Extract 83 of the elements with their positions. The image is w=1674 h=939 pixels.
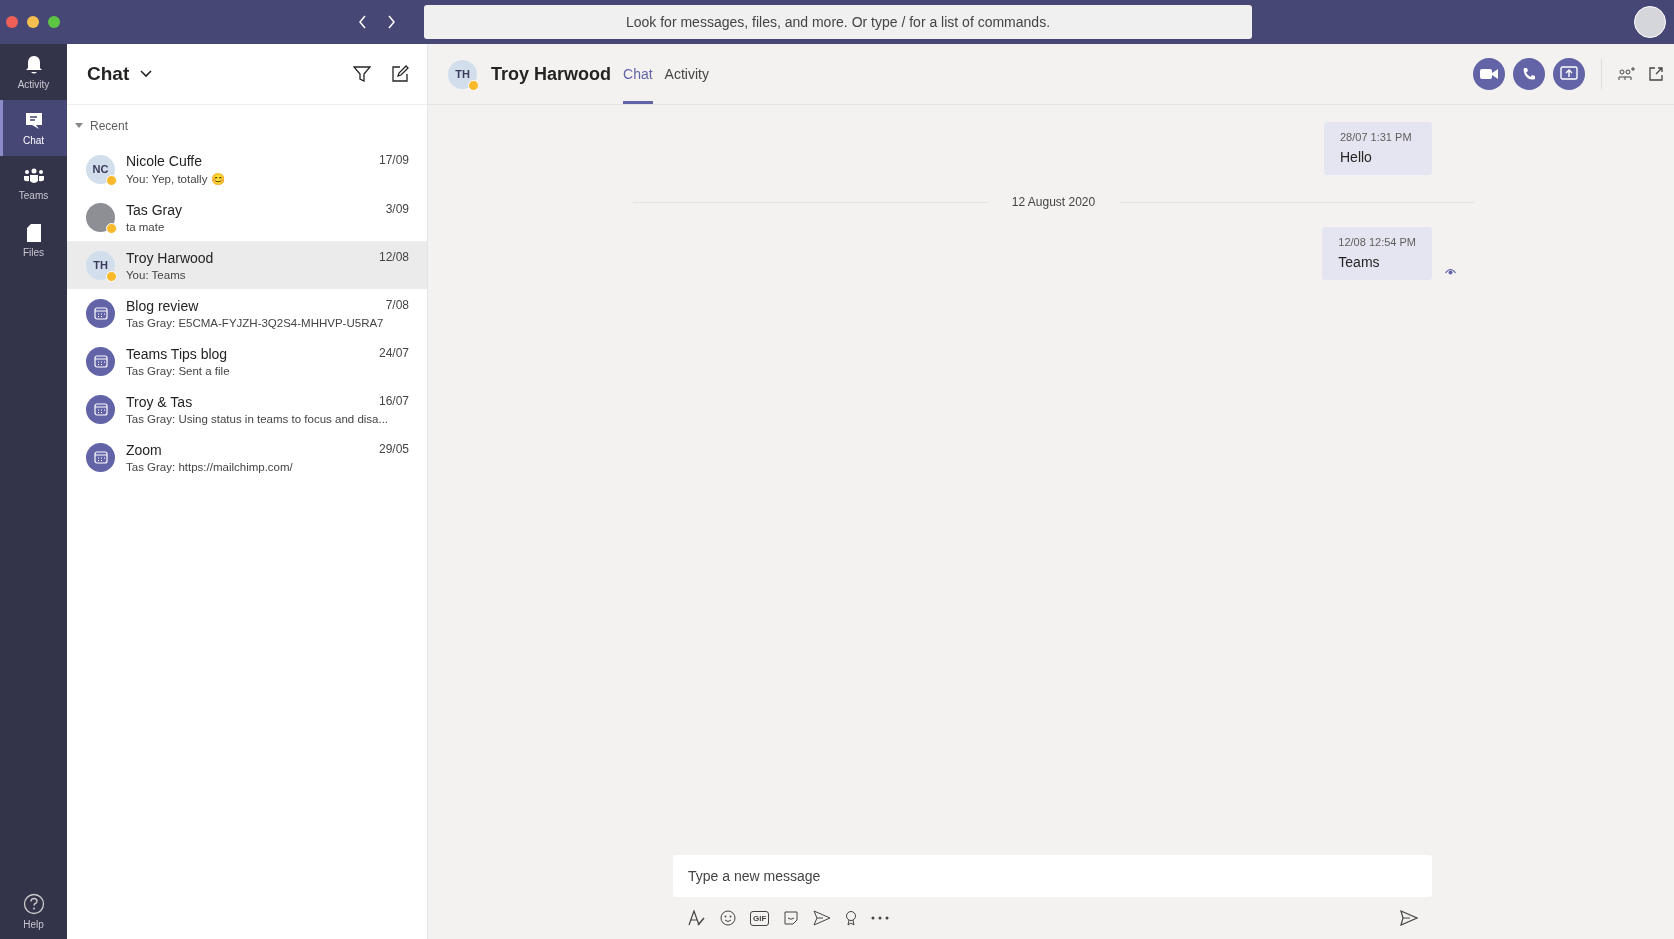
section-label: Recent xyxy=(90,119,129,133)
contact-name: Blog review xyxy=(126,297,199,314)
message-time: 28/07 1:31 PM xyxy=(1340,131,1413,143)
initials-avatar: NC xyxy=(86,154,115,184)
maximize-button[interactable] xyxy=(48,16,60,28)
chevron-down-icon[interactable] xyxy=(139,69,154,79)
date-label: 24/07 xyxy=(378,345,409,362)
calendar-icon xyxy=(93,402,108,416)
chat-list-item[interactable]: NC Nicole Cuffe 17/09 You: Yep, totally 😊 xyxy=(67,145,427,193)
contact-name: Troy Harwood xyxy=(126,249,214,266)
gif-button[interactable]: GIF xyxy=(750,910,770,926)
collapse-triangle-icon[interactable] xyxy=(75,123,83,129)
people-icon xyxy=(22,167,45,186)
help-button[interactable]: Help xyxy=(0,883,67,939)
message-preview: You: Teams xyxy=(126,268,187,281)
minimize-button[interactable] xyxy=(27,16,39,28)
message-preview: Tas Gray: Using status in teams to focus and disa... xyxy=(126,412,390,425)
phone-icon xyxy=(1522,67,1536,81)
initials-avatar: TH xyxy=(86,250,115,280)
date-divider: 12 August 2020 xyxy=(1011,195,1096,209)
conversation-title: Troy Harwood xyxy=(491,63,611,85)
contact-name: Troy & Tas xyxy=(126,393,193,410)
date-label: 16/07 xyxy=(378,393,409,410)
video-call-button[interactable] xyxy=(1473,58,1505,90)
bell-icon xyxy=(24,54,43,75)
contact-name: Teams Tips blog xyxy=(126,345,228,362)
tab[interactable]: Chat xyxy=(623,44,653,104)
add-people-icon[interactable] xyxy=(1618,66,1636,82)
calendar-icon xyxy=(93,450,108,464)
video-camera-icon xyxy=(1480,68,1498,80)
send-arrow-icon[interactable] xyxy=(813,910,832,926)
more-icon[interactable] xyxy=(871,916,890,920)
chat-list-item[interactable]: TH Troy Harwood 12/08 You: Teams xyxy=(67,241,427,289)
forward-icon[interactable] xyxy=(386,15,396,29)
photo-placeholder xyxy=(86,202,115,232)
chat-list-item[interactable]: Tas Gray 3/09 ta mate xyxy=(67,193,427,241)
chat-list-item[interactable]: Blog review 7/08 Tas Gray: E5CMA-FYJZH-3Q2S4-MHHVP-U5RA7 xyxy=(67,289,427,337)
contact-name: Nicole Cuffe xyxy=(126,152,202,169)
calendar-icon xyxy=(93,306,108,320)
sticker-icon[interactable] xyxy=(783,910,800,926)
chat-list-item[interactable]: Teams Tips blog 24/07 Tas Gray: Sent a file xyxy=(67,337,427,385)
search-field[interactable]: Look for messages, files, and more. Or type / for a list of commands. xyxy=(424,5,1252,39)
chat-list-item[interactable]: Zoom 29/05 Tas Gray: https://mailchimp.com/ xyxy=(67,433,427,481)
date-label: 7/08 xyxy=(385,297,409,314)
message-preview: You: Yep, totally 😊 xyxy=(126,171,226,186)
file-icon xyxy=(25,222,42,243)
chat-list-item[interactable]: Troy & Tas 16/07 Tas Gray: Using status in teams to focus and disa... xyxy=(67,385,427,433)
date-label: 12/08 xyxy=(378,249,409,266)
date-label: 29/05 xyxy=(378,441,409,458)
audio-call-button[interactable] xyxy=(1513,58,1545,90)
message-input[interactable]: Type a new message xyxy=(673,855,1432,897)
emoji-icon[interactable] xyxy=(720,910,736,926)
message-preview: Tas Gray: Sent a file xyxy=(126,364,231,377)
tab[interactable]: Activity xyxy=(664,44,709,104)
date-label: 17/09 xyxy=(378,152,409,169)
message-preview: Tas Gray: E5CMA-FYJZH-3Q2S4-MHHVP-U5RA7 xyxy=(126,316,385,329)
format-icon[interactable] xyxy=(688,910,706,926)
share-screen-button[interactable] xyxy=(1553,58,1585,90)
pop-out-icon[interactable] xyxy=(1648,66,1664,82)
profile-avatar[interactable] xyxy=(1634,6,1666,38)
date-label: 3/09 xyxy=(385,201,409,218)
message-preview: Tas Gray: https://mailchimp.com/ xyxy=(126,460,294,473)
message-text: Hello xyxy=(1340,149,1373,165)
filter-icon[interactable] xyxy=(353,65,371,83)
compose-icon[interactable] xyxy=(391,65,409,83)
close-button[interactable] xyxy=(6,16,18,28)
message-time: 12/08 12:54 PM xyxy=(1338,236,1416,248)
contact-name: Zoom xyxy=(126,441,162,458)
send-icon[interactable] xyxy=(1400,910,1418,926)
rail-item[interactable]: Activity xyxy=(0,44,67,100)
chat-icon xyxy=(23,110,44,131)
help-icon xyxy=(22,892,45,915)
rail-item[interactable]: Files xyxy=(0,212,67,268)
panel-title: Chat xyxy=(87,63,130,85)
message-preview: ta mate xyxy=(126,220,166,233)
initials-avatar: TH xyxy=(448,59,477,89)
rail-item[interactable]: Teams xyxy=(0,156,67,212)
contact-name: Tas Gray xyxy=(126,201,182,218)
rail-item[interactable]: Chat xyxy=(0,100,67,156)
share-screen-icon xyxy=(1560,66,1578,82)
back-icon[interactable] xyxy=(358,15,368,29)
calendar-icon xyxy=(93,354,108,368)
message-text: Teams xyxy=(1338,254,1381,270)
